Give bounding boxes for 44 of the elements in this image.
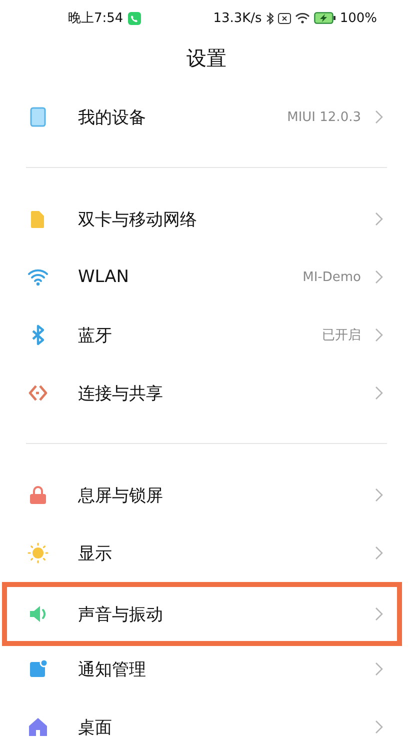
- item-label: WLAN: [78, 267, 130, 287]
- settings-item[interactable]: 双卡与移动网络: [0, 190, 413, 248]
- item-label: 显示: [78, 542, 112, 564]
- chevron-icon: [375, 607, 383, 621]
- lock-icon: [27, 484, 49, 506]
- settings-item[interactable]: 显示: [0, 524, 413, 582]
- chevron-icon: [375, 386, 383, 400]
- chevron-icon: [375, 328, 383, 342]
- chevron-icon: [375, 546, 383, 560]
- bluetooth-icon: [266, 12, 274, 24]
- page-title: 设置: [186, 44, 228, 72]
- wifi-icon: [294, 12, 310, 24]
- chevron-icon: [375, 270, 383, 284]
- settings-item[interactable]: 连接与共享: [0, 364, 413, 422]
- status-time: 晚上7:54: [68, 10, 124, 27]
- item-label: 连接与共享: [78, 382, 163, 404]
- settings-item[interactable]: 桌面: [0, 698, 413, 754]
- chevron-icon: [375, 662, 383, 676]
- house-icon: [27, 716, 49, 738]
- phone-icon: [128, 12, 142, 24]
- battery-charging-icon: [314, 12, 336, 24]
- settings-item[interactable]: 我的设备 MIUI 12.0.3: [0, 88, 413, 146]
- chevron-icon: [375, 212, 383, 226]
- chevron-icon: [375, 488, 383, 502]
- item-value: 已开启: [322, 327, 361, 344]
- notification-icon: [27, 658, 49, 680]
- battery-percent: 100%: [340, 10, 377, 26]
- network-speed: 13.3K/s: [213, 10, 262, 26]
- chevron-icon: [375, 720, 383, 734]
- item-label: 蓝牙: [78, 324, 112, 346]
- settings-item[interactable]: 息屏与锁屏: [0, 466, 413, 524]
- chevron-icon: [375, 110, 383, 124]
- item-value: MIUI 12.0.3: [287, 110, 361, 124]
- item-label: 双卡与移动网络: [78, 208, 197, 230]
- settings-item[interactable]: 蓝牙 已开启: [0, 306, 413, 364]
- item-label: 桌面: [78, 716, 112, 738]
- item-value: MI-Demo: [302, 270, 361, 284]
- sun-icon: [27, 542, 49, 564]
- item-label: 声音与振动: [78, 604, 163, 626]
- no-sim-icon: [278, 12, 291, 24]
- item-label: 通知管理: [78, 658, 146, 680]
- item-label: 我的设备: [78, 106, 146, 128]
- settings-item[interactable]: WLAN MI-Demo: [0, 248, 413, 306]
- item-label: 息屏与锁屏: [78, 484, 163, 506]
